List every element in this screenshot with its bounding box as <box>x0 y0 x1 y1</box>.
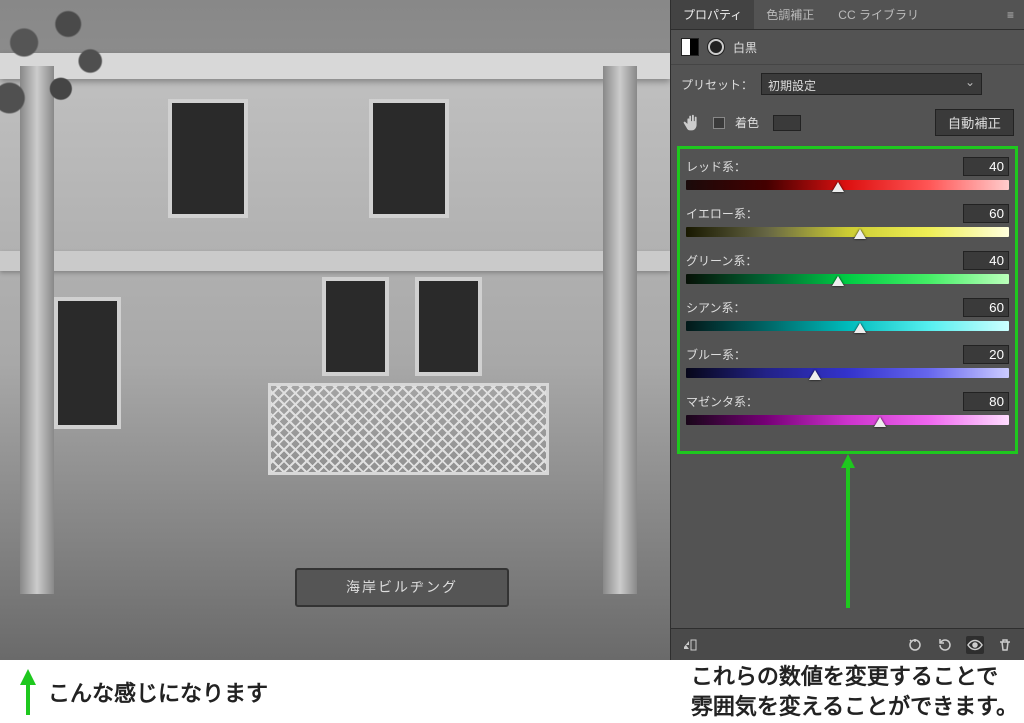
slider-yellow: イエロー系： <box>686 204 1009 237</box>
adjustment-name: 白黒 <box>733 39 757 56</box>
tint-color-swatch[interactable] <box>773 115 801 131</box>
view-previous-state-icon[interactable] <box>906 636 924 654</box>
slider-thumb[interactable] <box>832 182 844 192</box>
auto-button[interactable]: 自動補正 <box>935 109 1014 136</box>
annotation-arrow-left <box>20 669 36 715</box>
properties-panel: プロパティ 色調補正 CC ライブラリ ≡ 白黒 プリセット： 初期設定 着色 … <box>670 0 1024 660</box>
slider-value-input[interactable] <box>963 204 1009 223</box>
slider-label: イエロー系： <box>686 205 758 222</box>
slider-thumb[interactable] <box>854 323 866 333</box>
tab-cc-libraries[interactable]: CC ライブラリ <box>826 0 931 29</box>
slider-track[interactable] <box>686 180 1009 190</box>
window <box>415 277 482 376</box>
window <box>369 99 449 218</box>
annotation-arrow <box>671 454 1024 608</box>
slider-track[interactable] <box>686 227 1009 237</box>
window <box>54 297 121 429</box>
panel-menu-icon[interactable]: ≡ <box>997 8 1024 22</box>
slider-thumb[interactable] <box>809 370 821 380</box>
black-white-icon <box>681 38 699 56</box>
slider-thumb[interactable] <box>874 417 886 427</box>
slider-label: シアン系： <box>686 299 746 316</box>
slider-value-input[interactable] <box>963 157 1009 176</box>
slider-thumb[interactable] <box>854 229 866 239</box>
reset-icon[interactable] <box>936 636 954 654</box>
slider-track[interactable] <box>686 274 1009 284</box>
panel-footer <box>671 628 1024 660</box>
pilaster-right <box>603 66 637 594</box>
slider-red: レッド系： <box>686 157 1009 190</box>
preview-image: 海岸ビルヂング <box>0 0 670 660</box>
caption-right-line2: 雰囲気を変えることができます。 <box>691 692 1018 722</box>
tab-properties[interactable]: プロパティ <box>671 0 754 29</box>
balcony-railing <box>268 383 549 475</box>
cornice-mid <box>0 251 670 271</box>
slider-label: グリーン系： <box>686 252 757 269</box>
panel-tabs: プロパティ 色調補正 CC ライブラリ ≡ <box>671 0 1024 30</box>
clip-to-layer-icon[interactable] <box>681 636 699 654</box>
slider-label: ブルー系： <box>686 346 746 363</box>
annotation-captions: こんな感じになります これらの数値を変更することで 雰囲気を変えることができます… <box>0 660 1024 723</box>
slider-label: レッド系： <box>686 158 746 175</box>
building-sign: 海岸ビルヂング <box>295 568 509 608</box>
slider-value-input[interactable] <box>963 251 1009 270</box>
caption-right-line1: これらの数値を変更することで <box>691 662 1018 692</box>
slider-green: グリーン系： <box>686 251 1009 284</box>
window <box>168 99 248 218</box>
preset-dropdown[interactable]: 初期設定 <box>761 73 982 95</box>
tint-checkbox[interactable] <box>713 117 725 129</box>
toggle-visibility-icon[interactable] <box>966 636 984 654</box>
tint-label: 着色 <box>735 114 759 131</box>
adjustment-header: 白黒 <box>671 30 1024 65</box>
slider-thumb[interactable] <box>832 276 844 286</box>
slider-track[interactable] <box>686 415 1009 425</box>
slider-value-input[interactable] <box>963 298 1009 317</box>
slider-magenta: マゼンタ系： <box>686 392 1009 425</box>
window <box>322 277 389 376</box>
sliders-highlight-box: レッド系： イエロー系： グリーン系： シアン系： ブルー系： マゼンタ系： <box>677 146 1018 454</box>
slider-value-input[interactable] <box>963 392 1009 411</box>
slider-label: マゼンタ系： <box>686 393 758 410</box>
slider-cyan: シアン系： <box>686 298 1009 331</box>
slider-track[interactable] <box>686 368 1009 378</box>
targeted-adjust-hand-icon[interactable] <box>681 112 703 134</box>
layer-mask-icon <box>707 38 725 56</box>
slider-blue: ブルー系： <box>686 345 1009 378</box>
preset-value: 初期設定 <box>768 79 816 93</box>
slider-value-input[interactable] <box>963 345 1009 364</box>
caption-left: こんな感じになります <box>48 676 268 708</box>
slider-track[interactable] <box>686 321 1009 331</box>
tree-leaves <box>0 0 127 172</box>
preset-label: プリセット： <box>681 76 753 93</box>
delete-icon[interactable] <box>996 636 1014 654</box>
tab-color-correction[interactable]: 色調補正 <box>754 0 826 29</box>
